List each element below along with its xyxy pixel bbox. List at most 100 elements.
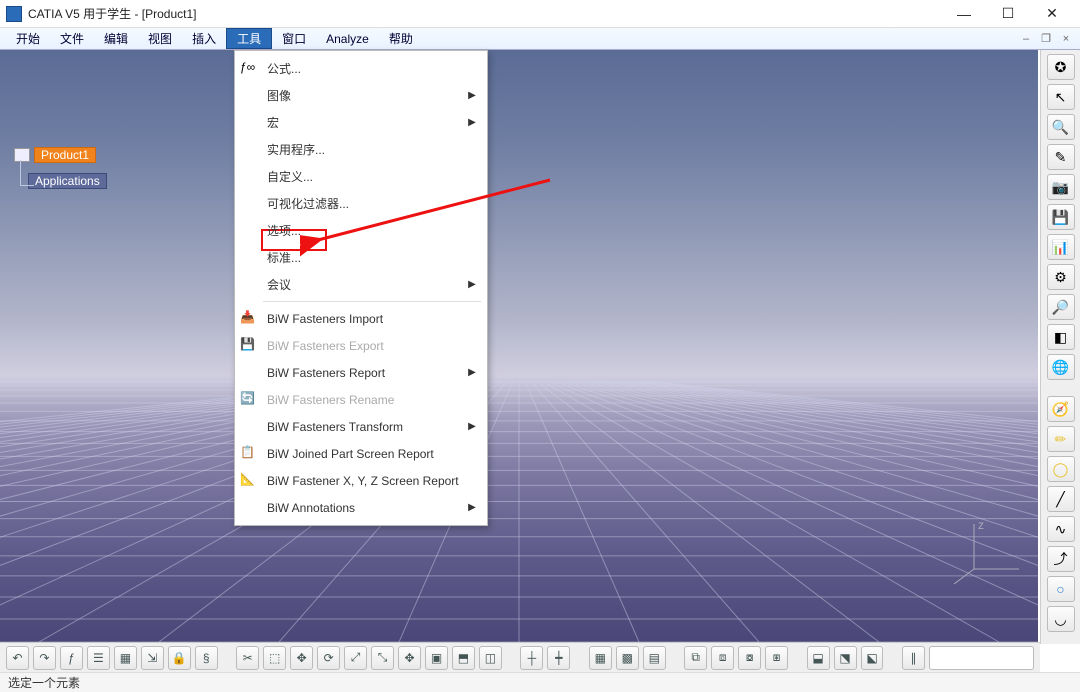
menu-视图[interactable]: 视图: [138, 28, 182, 49]
select-button[interactable]: ⬚: [263, 646, 286, 670]
menu-item--[interactable]: 图像▶: [235, 82, 487, 109]
viewport-frame: Product1 Applications z: [0, 50, 1040, 642]
m1-button[interactable]: ⬓: [807, 646, 830, 670]
sym1-button[interactable]: ⧉: [684, 646, 707, 670]
viewport-3d[interactable]: Product1 Applications z: [0, 50, 1038, 642]
menu-item-label: BiW Fastener X, Y, Z Screen Report: [263, 474, 479, 488]
menu-插入[interactable]: 插入: [182, 28, 226, 49]
menu-窗口[interactable]: 窗口: [272, 28, 316, 49]
menu-item--[interactable]: 选项...: [235, 217, 487, 244]
layers-button[interactable]: ☰: [87, 646, 110, 670]
menu-item-biw-fasteners-report[interactable]: BiW Fasteners Report▶: [235, 359, 487, 386]
imp-icon: 📥: [240, 310, 258, 328]
menu-item-biw-fastener-x-y-z-screen-report[interactable]: 📐BiW Fastener X, Y, Z Screen Report: [235, 467, 487, 494]
cursor-button[interactable]: ↖: [1047, 84, 1075, 110]
brush-button[interactable]: ✎: [1047, 144, 1075, 170]
line-button[interactable]: ╱: [1047, 486, 1075, 512]
sym2-button[interactable]: ⧈: [711, 646, 734, 670]
normal-button[interactable]: ⬒: [452, 646, 475, 670]
move-button[interactable]: ✥: [290, 646, 313, 670]
catia-button[interactable]: ✪: [1047, 54, 1075, 80]
rotate-button[interactable]: ⟳: [317, 646, 340, 670]
menu-item-label: 图像: [263, 87, 465, 104]
zoom-button[interactable]: ⤢: [344, 646, 367, 670]
menu-item-label: 宏: [263, 114, 465, 131]
status-bar: 选定一个元素: [0, 672, 1080, 692]
spec-tree: Product1 Applications: [14, 146, 107, 198]
arc-button[interactable]: ◡: [1047, 606, 1075, 632]
axis-button[interactable]: ┼: [520, 646, 543, 670]
menu-item-biw-joined-part-screen-report[interactable]: 📋BiW Joined Part Screen Report: [235, 440, 487, 467]
menu-item--[interactable]: 可视化过滤器...: [235, 190, 487, 217]
view-button[interactable]: 🔍: [1047, 114, 1075, 140]
maximize-button[interactable]: ☐: [986, 2, 1030, 26]
menu-item--[interactable]: 标准...: [235, 244, 487, 271]
cut-button[interactable]: ✂: [236, 646, 259, 670]
menu-工具[interactable]: 工具: [226, 28, 272, 49]
menu-文件[interactable]: 文件: [50, 28, 94, 49]
gear-button[interactable]: ⚙: [1047, 264, 1075, 290]
m2-button[interactable]: ⬔: [834, 646, 857, 670]
fit-button[interactable]: ▣: [425, 646, 448, 670]
menu-item-biw-fasteners-transform[interactable]: BiW Fasteners Transform▶: [235, 413, 487, 440]
redo-button[interactable]: ↷: [33, 646, 56, 670]
lock-button[interactable]: 🔒: [168, 646, 191, 670]
compass-button[interactable]: 🧭: [1047, 396, 1075, 422]
menu-item--[interactable]: 宏▶: [235, 109, 487, 136]
menu-item--[interactable]: 实用程序...: [235, 136, 487, 163]
chart-button[interactable]: 📊: [1047, 234, 1075, 260]
menu-item-label: 选项...: [263, 222, 479, 239]
cube-button[interactable]: ◧: [1047, 324, 1075, 350]
camera-button[interactable]: 📷: [1047, 174, 1075, 200]
minimize-button[interactable]: —: [942, 2, 986, 26]
menu-item-label: BiW Annotations: [263, 501, 465, 515]
undo-button[interactable]: ↶: [6, 646, 29, 670]
circle-y-button[interactable]: ◯: [1047, 456, 1075, 482]
window-controls: — ☐ ✕: [942, 2, 1074, 26]
grid3-button[interactable]: ▤: [643, 646, 666, 670]
sym3-button[interactable]: ⧇: [738, 646, 761, 670]
menu-item--[interactable]: 自定义...: [235, 163, 487, 190]
end-button[interactable]: ∥: [902, 646, 925, 670]
menu-编辑[interactable]: 编辑: [94, 28, 138, 49]
menu-item--[interactable]: 会议▶: [235, 271, 487, 298]
menu-item-label: BiW Joined Part Screen Report: [263, 447, 479, 461]
menu-帮助[interactable]: 帮助: [379, 28, 423, 49]
menu-item-biw-fasteners-rename: 🔄BiW Fasteners Rename: [235, 386, 487, 413]
zoom2-button[interactable]: ⤡: [371, 646, 394, 670]
mdi-minimize[interactable]: –: [1018, 33, 1034, 45]
tree-child-row[interactable]: Applications: [28, 172, 107, 190]
sym4-button[interactable]: ⧆: [765, 646, 788, 670]
exp-icon: 💾: [240, 337, 258, 355]
ref-button[interactable]: ┿: [547, 646, 570, 670]
circle-o-button[interactable]: ○: [1047, 576, 1075, 602]
mdi-restore[interactable]: ❐: [1038, 32, 1054, 45]
m3-button[interactable]: ⬕: [861, 646, 884, 670]
grid2-button[interactable]: ▩: [616, 646, 639, 670]
menu-item--[interactable]: ƒ∞公式...: [235, 55, 487, 82]
fx-button[interactable]: ƒ: [60, 646, 83, 670]
search-button[interactable]: 🔎: [1047, 294, 1075, 320]
save-button[interactable]: 💾: [1047, 204, 1075, 230]
box-button[interactable]: ◫: [479, 646, 502, 670]
title-bar: CATIA V5 用于学生 - [Product1] — ☐ ✕: [0, 0, 1080, 28]
toolbar-field[interactable]: [929, 646, 1034, 670]
menu-item-biw-fasteners-import[interactable]: 📥 BiW Fasteners Import: [235, 305, 487, 332]
menu-开始[interactable]: 开始: [6, 28, 50, 49]
script-button[interactable]: §: [195, 646, 218, 670]
menu-item-biw-annotations[interactable]: BiW Annotations▶: [235, 494, 487, 521]
sheet-button[interactable]: ▦: [114, 646, 137, 670]
highlighter-button[interactable]: ✏: [1047, 426, 1075, 452]
mdi-close[interactable]: ×: [1058, 33, 1074, 45]
grid1-button[interactable]: ▦: [589, 646, 612, 670]
globe-button[interactable]: 🌐: [1047, 354, 1075, 380]
viewport-grid: [0, 50, 1038, 642]
pan-button[interactable]: ✥: [398, 646, 421, 670]
link-button[interactable]: ⇲: [141, 646, 164, 670]
menu-analyze[interactable]: Analyze: [316, 28, 379, 49]
spline-button[interactable]: ∿: [1047, 516, 1075, 542]
menu-item-label: BiW Fasteners Import: [263, 312, 479, 326]
close-button[interactable]: ✕: [1030, 2, 1074, 26]
tree-child-label: Applications: [28, 173, 107, 189]
curve-button[interactable]: ⤴: [1047, 546, 1075, 572]
